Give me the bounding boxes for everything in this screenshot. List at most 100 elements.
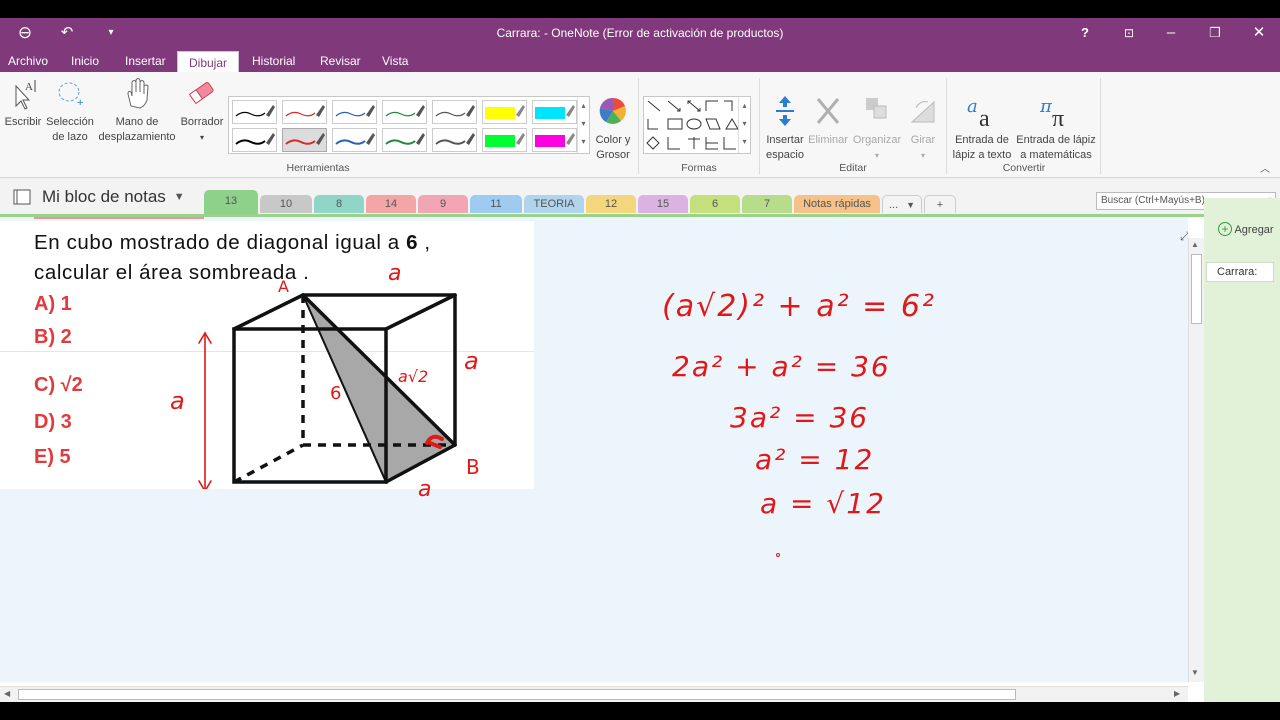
section-tab-label: 8 xyxy=(335,198,343,210)
pen-11[interactable] xyxy=(382,128,427,152)
cube-edge xyxy=(384,293,457,331)
arrange-button[interactable]: Organizar ▾ xyxy=(852,94,902,163)
section-tab[interactable]: 12 xyxy=(586,195,636,213)
scroll-right-icon[interactable]: ▶ xyxy=(1174,689,1180,698)
pen-3[interactable] xyxy=(332,100,377,124)
section-tab[interactable]: 14 xyxy=(366,195,416,213)
section-tab-label: 6 xyxy=(711,198,719,210)
insert-space-button[interactable]: Insertar espacio xyxy=(762,94,808,163)
insert-space-label-2: espacio xyxy=(766,149,804,161)
rotate-button[interactable]: Girar ▾ xyxy=(904,94,942,163)
cube-edge xyxy=(232,293,305,331)
ribbon-tabs: Archivo Inicio Insertar Dibujar Historia… xyxy=(0,48,1280,73)
pen-gallery: ▴ ▾ ▾ xyxy=(228,96,590,154)
section-tab-label: TEORIA xyxy=(533,198,575,210)
pen-1[interactable] xyxy=(232,100,277,124)
insert-space-label-1: Insertar xyxy=(766,134,804,146)
equation-3: 3a² = 36 xyxy=(730,401,870,434)
section-tab[interactable]: Notas rápidas xyxy=(794,195,880,213)
panning-hand-button[interactable]: Mano de desplazamiento xyxy=(98,76,176,145)
notebook-bar: Mi bloc de notas ▼ 13 10 8 14 9 11 TEORIA 12 15 6… xyxy=(0,178,1280,215)
horizontal-scrollbar[interactable]: ◀ ▶ xyxy=(0,686,1188,702)
help-icon[interactable]: ? xyxy=(1074,22,1096,44)
page-item-carrara[interactable]: Carrara: xyxy=(1206,262,1274,282)
tab-insertar[interactable]: Insertar xyxy=(125,54,166,68)
restore-icon[interactable]: ❐ xyxy=(1204,22,1226,44)
ribbon-display-icon[interactable]: ⊡ xyxy=(1118,22,1140,44)
ink-to-math-button[interactable]: ππ Entrada de lápiz a matemáticas xyxy=(1014,94,1098,163)
section-tab[interactable]: 8 xyxy=(314,195,364,213)
section-tab[interactable]: 7 xyxy=(742,195,792,213)
shapes-icons[interactable] xyxy=(644,97,739,153)
highlighter-13[interactable] xyxy=(482,128,527,152)
pen-icon xyxy=(435,105,475,117)
section-tab[interactable]: 11 xyxy=(470,195,522,213)
color-thickness-button[interactable]: Color y Grosor xyxy=(593,96,633,163)
section-tab[interactable]: 13 xyxy=(204,190,258,214)
close-icon[interactable]: ✕ xyxy=(1248,22,1270,44)
tab-vista[interactable]: Vista xyxy=(382,54,408,68)
highlighter-7[interactable] xyxy=(532,100,577,124)
minimize-icon[interactable]: – xyxy=(1160,22,1182,44)
notebook-selector[interactable]: Mi bloc de notas ▼ xyxy=(12,187,185,207)
arrange-icon xyxy=(866,98,887,119)
scroll-down-icon[interactable]: ▼ xyxy=(1191,668,1199,677)
ink-to-text-button[interactable]: aa Entrada de lápiz a texto xyxy=(950,94,1014,163)
tab-inicio[interactable]: Inicio xyxy=(71,54,99,68)
eraser-dropdown-icon[interactable]: ▾ xyxy=(178,130,226,145)
ink-to-text-label-1: Entrada de xyxy=(955,134,1009,146)
scroll-left-icon[interactable]: ◀ xyxy=(4,689,10,698)
vertical-scrollbar[interactable]: ▲ ▼ xyxy=(1188,238,1204,682)
pen-5[interactable] xyxy=(432,100,477,124)
lasso-label-2: de lazo xyxy=(52,131,88,143)
pen-12[interactable] xyxy=(432,128,477,152)
expand-page-icon[interactable]: ⤢ xyxy=(1180,229,1188,244)
delete-button[interactable]: Eliminar xyxy=(806,94,850,148)
section-tab[interactable]: 9 xyxy=(418,195,468,213)
highlighter-6[interactable] xyxy=(482,100,527,124)
pen-icon xyxy=(285,133,325,145)
horizontal-scroll-thumb[interactable] xyxy=(18,689,1016,700)
cropped-heading xyxy=(34,217,204,219)
ink-dot xyxy=(776,553,780,557)
ink-to-math-label-1: Entrada de lápiz xyxy=(1016,134,1096,146)
pen-icon xyxy=(335,133,375,145)
equation-5: a = √12 xyxy=(760,487,886,520)
highlighter-14[interactable] xyxy=(532,128,577,152)
pen-9[interactable] xyxy=(282,128,327,152)
tab-dibujar[interactable]: Dibujar xyxy=(177,51,240,73)
ink-to-math-label-2: a matemáticas xyxy=(1020,149,1092,161)
pen-8[interactable] xyxy=(232,128,277,152)
problem-image[interactable]: En cubo mostrado de diagonal igual a 6 ,… xyxy=(0,217,534,502)
section-tab[interactable]: 6 xyxy=(690,195,740,213)
equation-2: 2a² + a² = 36 xyxy=(672,350,891,383)
pen-10[interactable] xyxy=(332,128,377,152)
add-page-button[interactable]: + Agregar xyxy=(1218,222,1274,236)
highlighter-icon xyxy=(535,105,575,119)
vertical-scroll-thumb[interactable] xyxy=(1191,254,1202,324)
section-tab[interactable]: TEORIA xyxy=(524,195,584,213)
scroll-up-icon[interactable]: ▲ xyxy=(1191,240,1199,249)
write-label: Escribir xyxy=(4,116,42,128)
write-button[interactable]: A Escribir xyxy=(4,76,42,130)
notebook-name: Mi bloc de notas xyxy=(42,187,166,206)
label-six: 6 xyxy=(330,383,342,404)
label-vertex-b: B xyxy=(466,455,480,479)
pen-gallery-scroll[interactable]: ▴ ▾ ▾ xyxy=(577,97,589,153)
section-tab[interactable]: 10 xyxy=(260,195,312,213)
section-tab[interactable]: 15 xyxy=(638,195,688,213)
pen-2[interactable] xyxy=(282,100,327,124)
section-tab[interactable]: ... ▼ xyxy=(882,195,922,213)
lasso-select-button[interactable]: + Selección de lazo xyxy=(44,76,96,145)
pen-4[interactable] xyxy=(382,100,427,124)
page-canvas[interactable]: ⤢ En cubo mostrado de diagonal igual a 6… xyxy=(0,217,1188,682)
delete-label: Eliminar xyxy=(808,134,848,146)
convert-group-label: Convertir xyxy=(1002,162,1046,174)
section-tab[interactable]: + xyxy=(924,195,956,213)
collapse-ribbon-icon[interactable]: ︿ xyxy=(1260,160,1270,175)
eraser-button[interactable]: Borrador ▾ xyxy=(178,76,226,145)
tab-revisar[interactable]: Revisar xyxy=(320,54,361,68)
shapes-gallery-scroll[interactable]: ▴ ▾ ▾ xyxy=(738,97,750,153)
tab-archivo[interactable]: Archivo xyxy=(8,54,48,68)
tab-historial[interactable]: Historial xyxy=(252,54,295,68)
